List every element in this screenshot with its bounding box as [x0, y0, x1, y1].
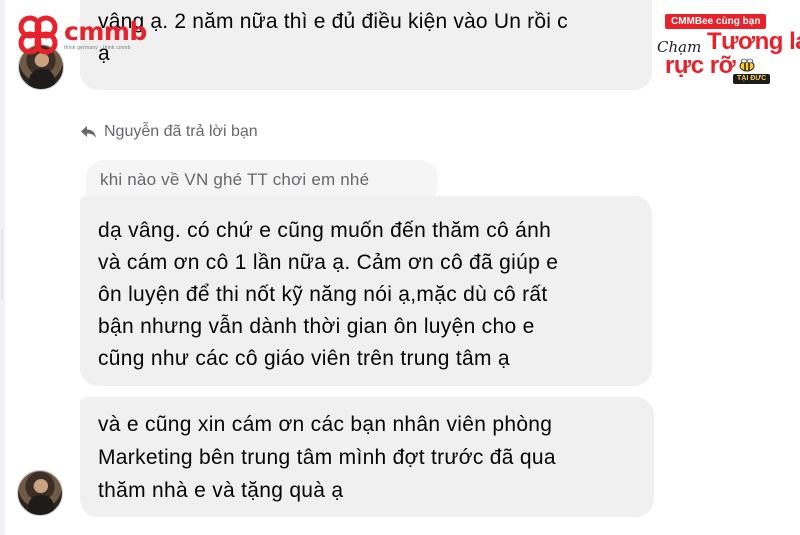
promo-banner: CMMBee cùng bạn [665, 14, 767, 29]
logo-wordmark: cmmb [64, 16, 147, 46]
message-line: dạ vâng. có chứ e cũng muốn đến thăm cô … [98, 219, 552, 242]
reply-arrow-icon [81, 126, 96, 138]
message-bubble-main[interactable]: dạ vâng. có chứ e cũng muốn đến thăm cô … [80, 196, 652, 386]
promo-logo: CMMBee cùng bạn Chạm Tương lai rực rỡ TẠ… [655, 14, 800, 84]
logo-tagline: think germany · think cmmb [64, 44, 131, 51]
message-line: và cám ơn cô 1 lần nữa ạ. Cảm ơn cô đã g… [98, 251, 559, 274]
avatar[interactable] [17, 470, 63, 516]
message-line: cũng như các cô giáo viên trên trung tâm… [98, 347, 510, 370]
message-line: Marketing bên trung tâm mình đợt trước đ… [98, 446, 556, 469]
message-bubble-top[interactable]: vâng ạ. 2 năm nữa thì e đủ điều kiện vào… [80, 0, 652, 90]
chat-screenshot: vâng ạ. 2 năm nữa thì e đủ điều kiện vào… [0, 0, 800, 535]
reply-header-text: Nguyễn đã trả lời bạn [104, 123, 258, 140]
promo-badge: TẠI ĐỨC [733, 74, 771, 84]
message-line: và e cũng xin cám ơn các bạn nhân viên p… [98, 413, 553, 436]
promo-headline-2: rực rỡ [665, 52, 736, 79]
message-bubble-bottom[interactable]: và e cũng xin cám ơn các bạn nhân viên p… [80, 397, 654, 517]
bee-icon [739, 58, 755, 72]
scrollbar[interactable] [0, 0, 5, 535]
message-line: ạ [98, 42, 110, 65]
cmmb-logo: cmmb think germany · think cmmb [18, 14, 158, 56]
cmmb-mark-icon [18, 15, 58, 55]
message-line: bận nhưng vẫn dành thời gian ôn luyện ch… [98, 315, 535, 338]
message-line: vâng ạ. 2 năm nữa thì e đủ điều kiện vào… [98, 10, 568, 33]
message-line: thăm nhà e và tặng quà ạ [98, 479, 344, 502]
message-line: ôn luyện để thi nốt kỹ năng nói ạ,mặc dù… [98, 283, 548, 306]
reply-header: Nguyễn đã trả lời bạn [80, 120, 258, 144]
